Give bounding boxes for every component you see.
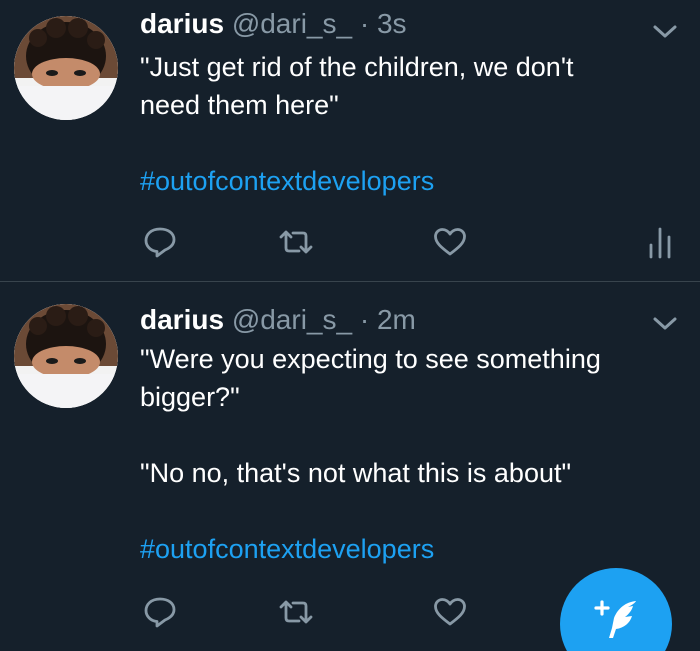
author-name[interactable]: darius: [140, 8, 224, 39]
compose-tweet-icon: [594, 600, 636, 638]
tweet-text: "Were you expecting to see something big…: [140, 340, 670, 568]
like-button[interactable]: [430, 592, 470, 632]
tweet-text-line: need them here": [140, 90, 339, 120]
like-icon: [434, 228, 466, 256]
chevron-down-icon[interactable]: [652, 316, 678, 332]
reply-icon: [144, 597, 176, 628]
tweet-text: "Just get rid of the children, we don't …: [140, 48, 670, 200]
avatar[interactable]: [14, 16, 118, 120]
analytics-icon: [649, 227, 671, 259]
separator-dot: ·: [359, 304, 370, 335]
tweet-header: darius @dari_s_ · 3s: [140, 6, 407, 42]
author-handle[interactable]: @dari_s_: [232, 304, 352, 335]
avatar-photo-icon: [14, 16, 118, 120]
timestamp[interactable]: 2m: [377, 304, 416, 335]
avatar[interactable]: [14, 304, 118, 408]
hashtag-link[interactable]: #outofcontextdevelopers: [140, 162, 670, 200]
author-name[interactable]: darius: [140, 304, 224, 335]
like-icon: [434, 598, 466, 626]
analytics-button[interactable]: [640, 222, 680, 262]
avatar-photo-icon: [14, 304, 118, 408]
reply-button[interactable]: [140, 592, 180, 632]
retweet-button[interactable]: [276, 592, 316, 632]
timeline: darius @dari_s_ · 3s "Just get rid of th…: [0, 0, 700, 651]
retweet-icon: [279, 600, 313, 624]
retweet-icon: [279, 230, 313, 254]
tweet-text-line: "Just get rid of the children, we don't: [140, 52, 574, 82]
tweet-header: darius @dari_s_ · 2m: [140, 302, 416, 338]
reply-icon: [144, 227, 176, 258]
like-button[interactable]: [430, 222, 470, 262]
tweet-text-line: bigger?": [140, 382, 240, 412]
timestamp[interactable]: 3s: [377, 8, 407, 39]
tweet-text-line: "Were you expecting to see something: [140, 344, 601, 374]
separator-dot: ·: [359, 8, 370, 39]
chevron-down-icon[interactable]: [652, 24, 678, 40]
retweet-button[interactable]: [276, 222, 316, 262]
tweet-actions: [140, 222, 680, 262]
hashtag-link[interactable]: #outofcontextdevelopers: [140, 530, 670, 568]
reply-button[interactable]: [140, 222, 180, 262]
author-handle[interactable]: @dari_s_: [232, 8, 352, 39]
tweet[interactable]: darius @dari_s_ · 3s "Just get rid of th…: [0, 0, 700, 281]
tweet-text-line: "No no, that's not what this is about": [140, 458, 572, 488]
